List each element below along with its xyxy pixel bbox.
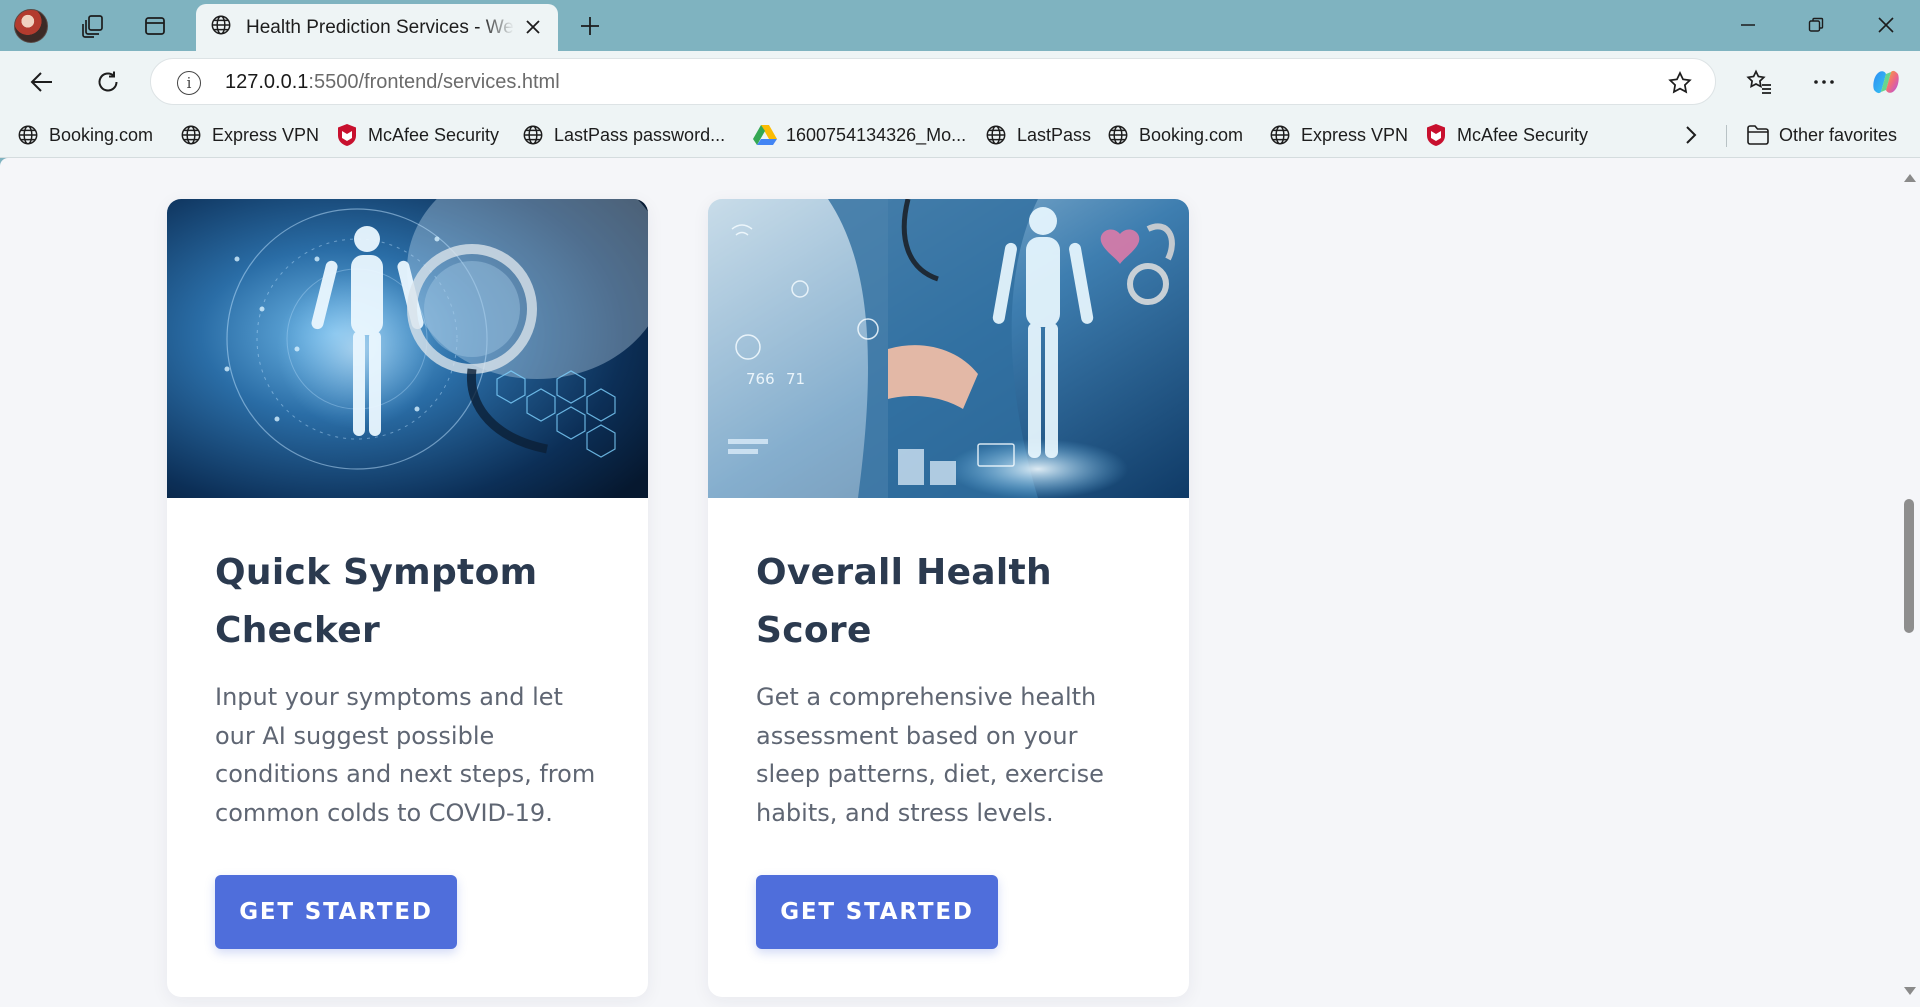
vertical-scrollbar[interactable] [1898,158,1920,1007]
favorite-label: Booking.com [1139,124,1244,145]
url-text[interactable]: 127.0.0.1:5500/frontend/services.html [225,71,560,94]
svg-text:71: 71 [786,370,805,388]
url-path: :5500/frontend/services.html [308,71,560,93]
favorite-label: LastPass password... [554,124,726,145]
favorites-icon[interactable] [1738,61,1780,103]
favorite-star-icon[interactable] [1667,70,1693,96]
close-window-button[interactable] [1856,4,1916,46]
card-description: Input your symptoms and let our AI sugge… [215,683,596,827]
address-bar[interactable]: i 127.0.0.1:5500/frontend/services.html [150,58,1716,105]
service-card-health-score: 766 71 Overall Health Score Get a compreh… [708,199,1189,997]
get-started-button[interactable]: GET STARTED [756,875,998,949]
favorite-label: Express VPN [212,124,320,145]
other-favorites[interactable]: Other favorites [1746,122,1897,148]
profile-avatar[interactable] [14,9,48,43]
chevron-right-icon[interactable] [1676,122,1706,148]
new-tab-button[interactable] [571,7,609,45]
other-favorites-label: Other favorites [1779,124,1898,145]
globe-icon [210,14,232,41]
favorite-label: McAfee Security [368,124,500,145]
tab-active[interactable]: Health Prediction Services - WellPredict [196,4,558,51]
globe-icon [179,123,203,147]
favorite-item-mcafee-2[interactable]: McAfee Security [1424,122,1588,148]
favorite-item-lastpass[interactable]: LastPass [984,122,1091,148]
favorites-bar: Booking.com Express VPN McAfee Security … [0,112,1920,158]
more-options-icon[interactable] [1803,61,1845,103]
favorite-item-express-vpn-2[interactable]: Express VPN [1268,122,1408,148]
close-tab-icon[interactable] [522,16,544,38]
globe-icon [1106,123,1130,147]
address-toolbar: i 127.0.0.1:5500/frontend/services.html [0,51,1920,112]
globe-icon [16,123,40,147]
browser-title-bar: Health Prediction Services - WellPredict [0,0,1920,51]
tab-actions-icon[interactable] [135,6,175,46]
tab-title: Health Prediction Services - WellPredict [246,16,514,38]
favorite-item-express-vpn[interactable]: Express VPN [179,122,319,148]
card-description: Get a comprehensive health assessment ba… [756,683,1104,827]
refresh-button[interactable] [87,61,129,103]
globe-icon [1268,123,1292,147]
scrollbar-thumb[interactable] [1904,499,1914,633]
scroll-down-arrow-icon[interactable] [1904,987,1916,995]
favorite-item-drive-file[interactable]: 1600754134326_Mo... [753,122,966,148]
page-viewport: Quick Symptom Checker Input your symptom… [0,158,1920,1007]
globe-icon [984,123,1008,147]
card-title: Overall Health Score [756,552,1052,651]
card-title: Quick Symptom Checker [215,552,538,651]
favorite-label: McAfee Security [1457,124,1589,145]
favorite-label: 1600754134326_Mo... [786,124,967,145]
favorite-item-booking[interactable]: Booking.com [16,122,153,148]
workspaces-icon[interactable] [73,6,113,46]
url-host: 127.0.0.1 [225,71,309,93]
doctor-hologram-image: 766 71 [708,199,1189,498]
restore-button[interactable] [1786,4,1846,46]
service-card-symptom-checker: Quick Symptom Checker Input your symptom… [167,199,648,997]
folder-icon [1746,123,1770,147]
svg-text:766: 766 [746,370,775,388]
favorite-label: LastPass [1017,124,1092,145]
scroll-up-arrow-icon[interactable] [1904,174,1916,182]
favorite-label: Booking.com [49,124,154,145]
favorites-divider [1726,125,1727,147]
site-info-icon[interactable]: i [177,71,201,95]
copilot-icon[interactable] [1865,61,1907,103]
favorite-item-lastpass-password[interactable]: LastPass password... [521,122,725,148]
get-started-button[interactable]: GET STARTED [215,875,457,949]
mcafee-shield-icon [335,123,359,147]
globe-icon [521,123,545,147]
google-drive-icon [753,123,777,147]
favorite-item-booking-2[interactable]: Booking.com [1106,122,1243,148]
mcafee-shield-icon [1424,123,1448,147]
minimize-button[interactable] [1718,4,1778,46]
favorite-label: Express VPN [1301,124,1409,145]
back-button[interactable] [21,61,63,103]
ai-body-scan-image [167,199,648,498]
favorite-item-mcafee[interactable]: McAfee Security [335,122,499,148]
